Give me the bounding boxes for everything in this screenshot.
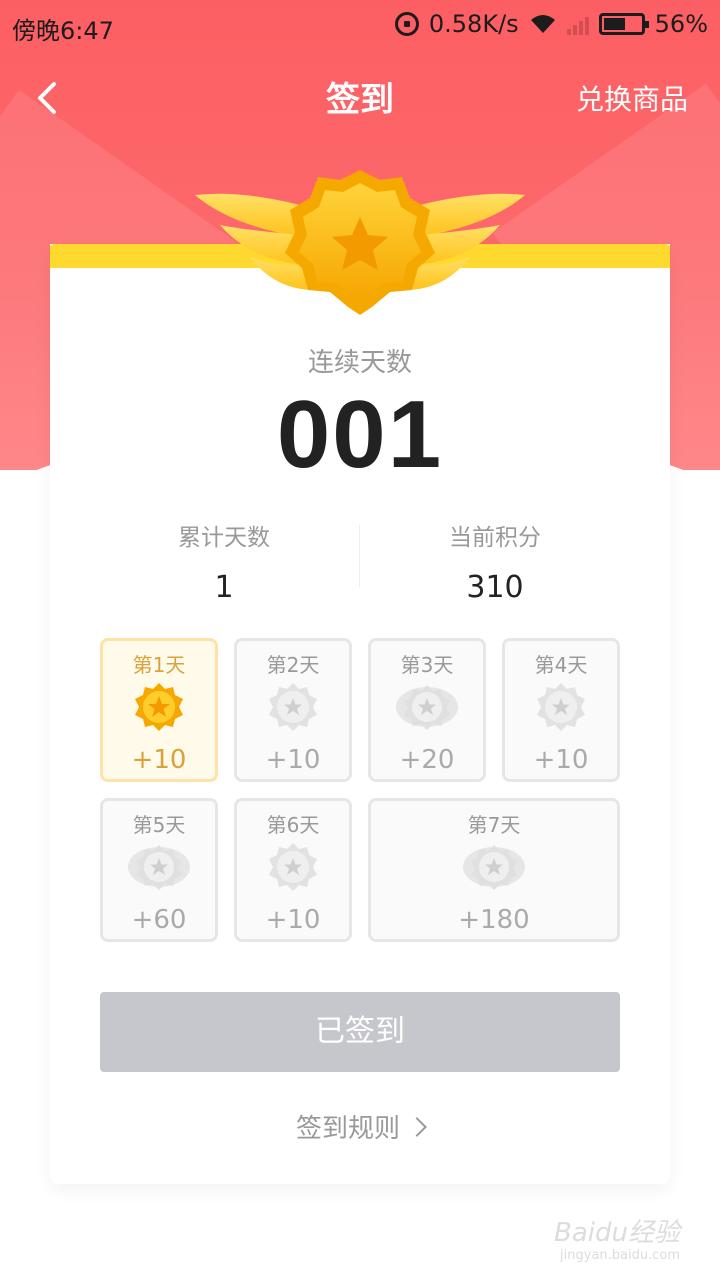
streak-value: 001 (276, 381, 444, 488)
day-points: +10 (533, 745, 589, 775)
chevron-right-icon (407, 1117, 427, 1137)
network-speed: 0.58K/s (428, 10, 519, 38)
signed-in-button[interactable]: 已签到 (100, 992, 620, 1072)
grey-double-medal-icon (128, 845, 190, 890)
day-label: 第1天 (132, 653, 186, 677)
streak-label: 连续天数 (307, 348, 412, 378)
grey-medal-icon (537, 683, 585, 731)
day-label: 第2天 (266, 653, 320, 677)
checkin-page: 傍晚6:47 0.58K/s 56% 签到 兑换商品 连续天数 001 累计天数… (0, 0, 720, 1280)
battery-percent: 56% (654, 10, 708, 38)
grey-double-medal-icon (396, 685, 458, 730)
gold-medal-icon (135, 683, 183, 731)
day-label: 第7天 (467, 813, 521, 837)
winged-medal-icon (195, 170, 525, 315)
stat-current-points: 当前积分 310 (375, 518, 615, 605)
day-points: +180 (458, 905, 530, 935)
day-points: +10 (265, 905, 321, 935)
stat-label: 当前积分 (449, 525, 541, 551)
day-tile-7: 第7天 +180 (368, 798, 620, 942)
signal-icon (566, 13, 589, 35)
day-points: +60 (131, 905, 187, 935)
rules-label: 签到规则 (295, 1114, 400, 1144)
battery-icon (598, 13, 649, 35)
stat-value: 1 (214, 570, 234, 605)
rotation-lock-icon (394, 12, 419, 36)
day-points: +20 (399, 745, 455, 775)
day-label: 第5天 (132, 813, 186, 837)
day-tile-6: 第6天 +10 (234, 798, 352, 942)
stat-divider (359, 525, 360, 587)
day-tile-5: 第5天 +60 (100, 798, 218, 942)
day-label: 第3天 (400, 653, 454, 677)
grey-double-medal-icon (463, 845, 525, 890)
stat-total-days: 累计天数 1 (104, 518, 344, 605)
day-tile-2: 第2天 +10 (234, 638, 352, 782)
watermark-url: jingyan.baidu.com (560, 1248, 680, 1263)
day-label: 第6天 (266, 813, 320, 837)
day-points: +10 (265, 745, 321, 775)
day-tile-4: 第4天 +10 (502, 638, 620, 782)
day-tile-1: 第1天 +10 (100, 638, 218, 782)
wifi-icon (530, 15, 555, 33)
status-time: 傍晚6:47 (12, 17, 114, 45)
watermark-logo: Baidu经验 (554, 1218, 680, 1248)
status-bar: 傍晚6:47 0.58K/s 56% (0, 0, 720, 52)
grey-medal-icon (269, 843, 317, 891)
day-tile-3: 第3天 +20 (368, 638, 486, 782)
stat-value: 310 (466, 570, 524, 605)
day-points: +10 (131, 745, 187, 775)
checkin-rules-link[interactable]: 签到规则 (0, 1108, 720, 1145)
stat-label: 累计天数 (178, 525, 270, 551)
grey-medal-icon (269, 683, 317, 731)
redeem-goods-link[interactable]: 兑换商品 (576, 78, 688, 118)
day-label: 第4天 (534, 653, 588, 677)
